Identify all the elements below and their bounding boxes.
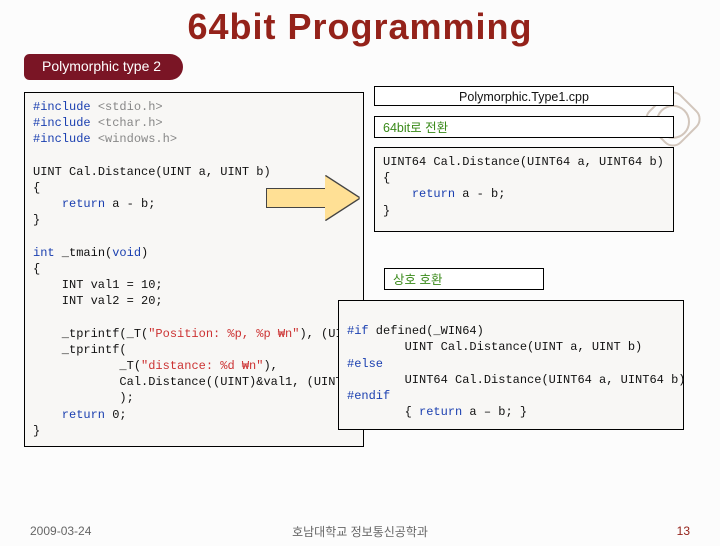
right-code-compat: #if defined(_WIN64) UINT Cal.Distance(UI… bbox=[338, 300, 684, 430]
label-64bit: 64bit로 전환 bbox=[374, 116, 674, 138]
left-code-listing: #include <stdio.h> #include <tchar.h> #i… bbox=[24, 92, 364, 447]
code-stage: #include <stdio.h> #include <tchar.h> #i… bbox=[24, 92, 696, 472]
section-tab: Polymorphic type 2 bbox=[24, 54, 183, 80]
filename-label: Polymorphic.Type1.cpp bbox=[374, 86, 674, 106]
arrow-icon bbox=[266, 174, 362, 220]
page-title: 64bit Programming bbox=[0, 6, 720, 48]
right-code-64bit: UINT64 Cal.Distance(UINT64 a, UINT64 b) … bbox=[374, 147, 674, 232]
footer-org: 호남대학교 정보통신공학과 bbox=[0, 523, 720, 540]
footer: 2009-03-24 호남대학교 정보통신공학과 13 bbox=[0, 524, 720, 538]
label-compat: 상호 호환 bbox=[384, 268, 544, 290]
